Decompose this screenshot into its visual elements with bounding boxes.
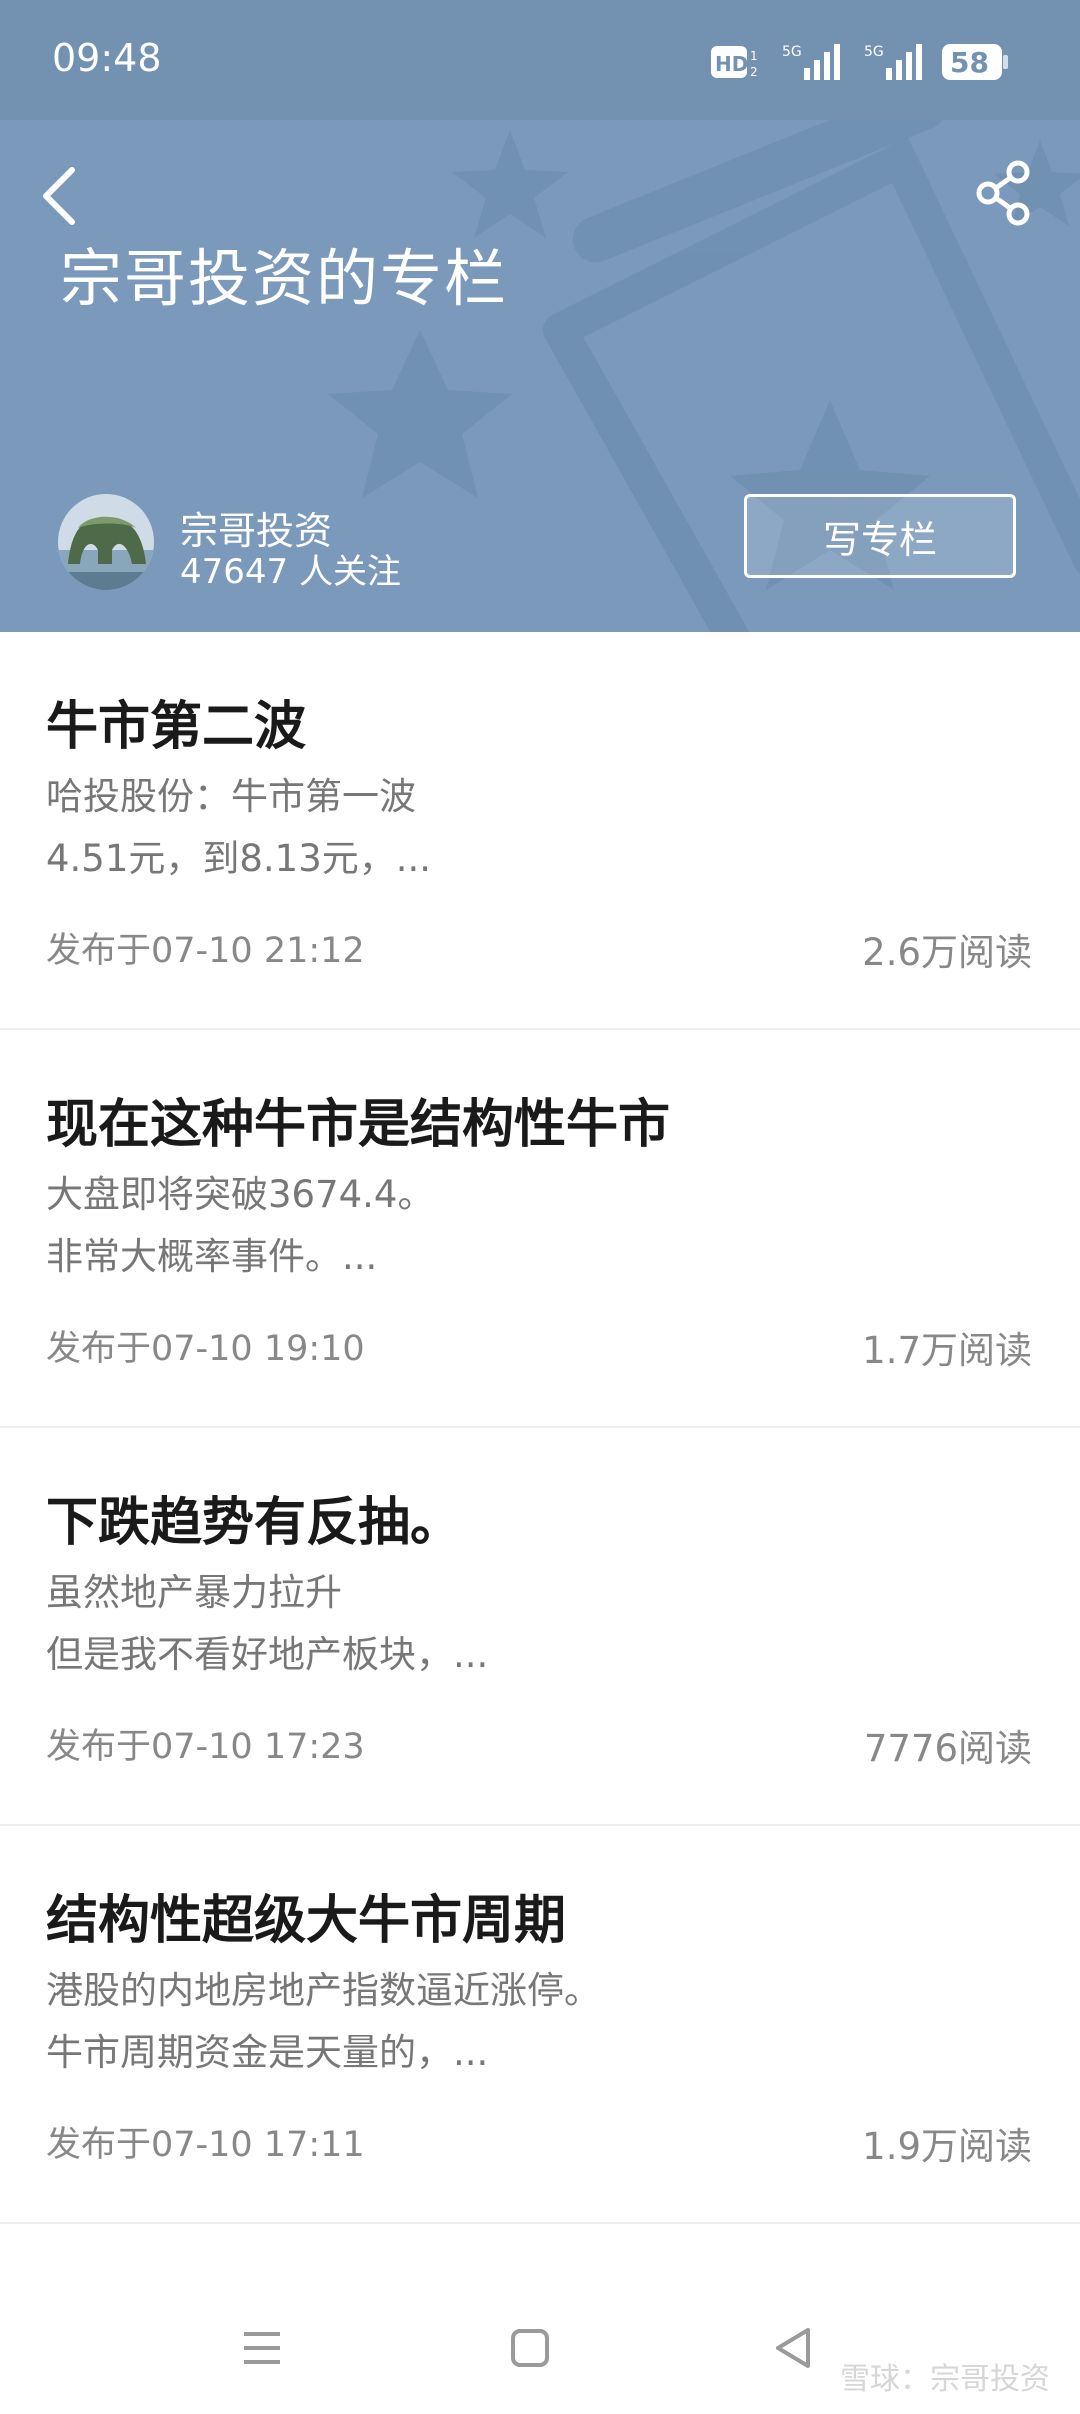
article-summary-line1: 哈投股份：牛市第一波: [46, 775, 416, 818]
article-read-count: 1.9万阅读: [862, 2125, 1032, 2168]
status-icons: HD 1 2 5G 5G 58: [710, 42, 1008, 82]
battery-level: 58: [950, 46, 989, 79]
article-date: 发布于07-10 17:11: [46, 2125, 365, 2165]
article-item[interactable]: 下跌趋势有反抽。虽然地产暴力拉升但是我不看好地产板块，... 发布于07-10 1…: [0, 1428, 1080, 1826]
article-item[interactable]: 牛市第二波哈投股份：牛市第一波 4.51元，到8.13元，... 发布于07-10 …: [0, 632, 1080, 1030]
column-header: 09:48 HD 1 2 5G 5G 58 宗哥投资的专栏 宗哥投资 47647…: [0, 0, 1080, 632]
article-summary-line2: 4.51元，到8.13元，...: [46, 837, 432, 880]
share-icon[interactable]: [974, 158, 1034, 228]
home-icon[interactable]: [500, 2318, 560, 2378]
watermark: 雪球：宗哥投资: [840, 2362, 1050, 2397]
article-summary-line1: 大盘即将突破3674.4。: [46, 1173, 435, 1216]
svg-text:HD: HD: [715, 52, 748, 76]
article-read-count: 1.7万阅读: [862, 1329, 1032, 1372]
article-item[interactable]: 结构性超级大牛市周期港股的内地房地产指数逼近涨停。 牛市周期资金是天量的，... 发…: [0, 1826, 1080, 2224]
svg-text:5G: 5G: [864, 44, 884, 60]
menu-icon[interactable]: [232, 2318, 292, 2378]
signal-5g-icon: 5G: [782, 44, 840, 80]
article-summary-line1: 虽然地产暴力拉升: [46, 1571, 342, 1614]
avatar[interactable]: [58, 494, 154, 590]
write-column-button[interactable]: 写专栏: [744, 494, 1016, 578]
battery-icon: 58: [942, 44, 1008, 80]
status-time: 09:48: [52, 36, 162, 80]
article-date: 发布于07-10 19:10: [46, 1329, 365, 1369]
article-summary-line2: 牛市周期资金是天量的，...: [46, 2031, 489, 2074]
article-date: 发布于07-10 17:23: [46, 1727, 365, 1767]
article-date: 发布于07-10 21:12: [46, 931, 365, 971]
page-title: 宗哥投资的专栏: [60, 242, 509, 315]
signal-5g-icon-2: 5G: [864, 44, 922, 80]
article-summary-line1: 港股的内地房地产指数逼近涨停。: [46, 1969, 601, 2012]
article-title: 下跌趋势有反抽。: [46, 1493, 463, 1553]
article-title: 结构性超级大牛市周期: [46, 1891, 567, 1951]
svg-text:2: 2: [750, 65, 758, 79]
hd-icon: HD 1 2: [711, 46, 758, 79]
follower-count: 47647 人关注: [180, 552, 401, 592]
article-item[interactable]: 现在这种牛市是结构性牛市大盘即将突破3674.4。 非常大概率事件。... 发布于0…: [0, 1030, 1080, 1428]
article-title: 牛市第二波: [46, 697, 307, 757]
article-summary-line2: 非常大概率事件。...: [46, 1235, 378, 1278]
svg-text:5G: 5G: [782, 44, 802, 60]
avatar-image: [58, 494, 154, 590]
article-read-count: 2.6万阅读: [862, 931, 1032, 974]
article-summary-line2: 但是我不看好地产板块，...: [46, 1633, 489, 1676]
article-title: 现在这种牛市是结构性牛市: [46, 1095, 671, 1155]
back-icon[interactable]: [30, 160, 90, 230]
article-read-count: 7776阅读: [863, 1727, 1032, 1770]
status-bar: 09:48 HD 1 2 5G 5G 58: [0, 0, 1080, 120]
article-list: 牛市第二波哈投股份：牛市第一波 4.51元，到8.13元，... 发布于07-10 …: [0, 632, 1080, 2224]
svg-text:1: 1: [750, 49, 758, 63]
back-nav-icon[interactable]: [764, 2318, 824, 2378]
